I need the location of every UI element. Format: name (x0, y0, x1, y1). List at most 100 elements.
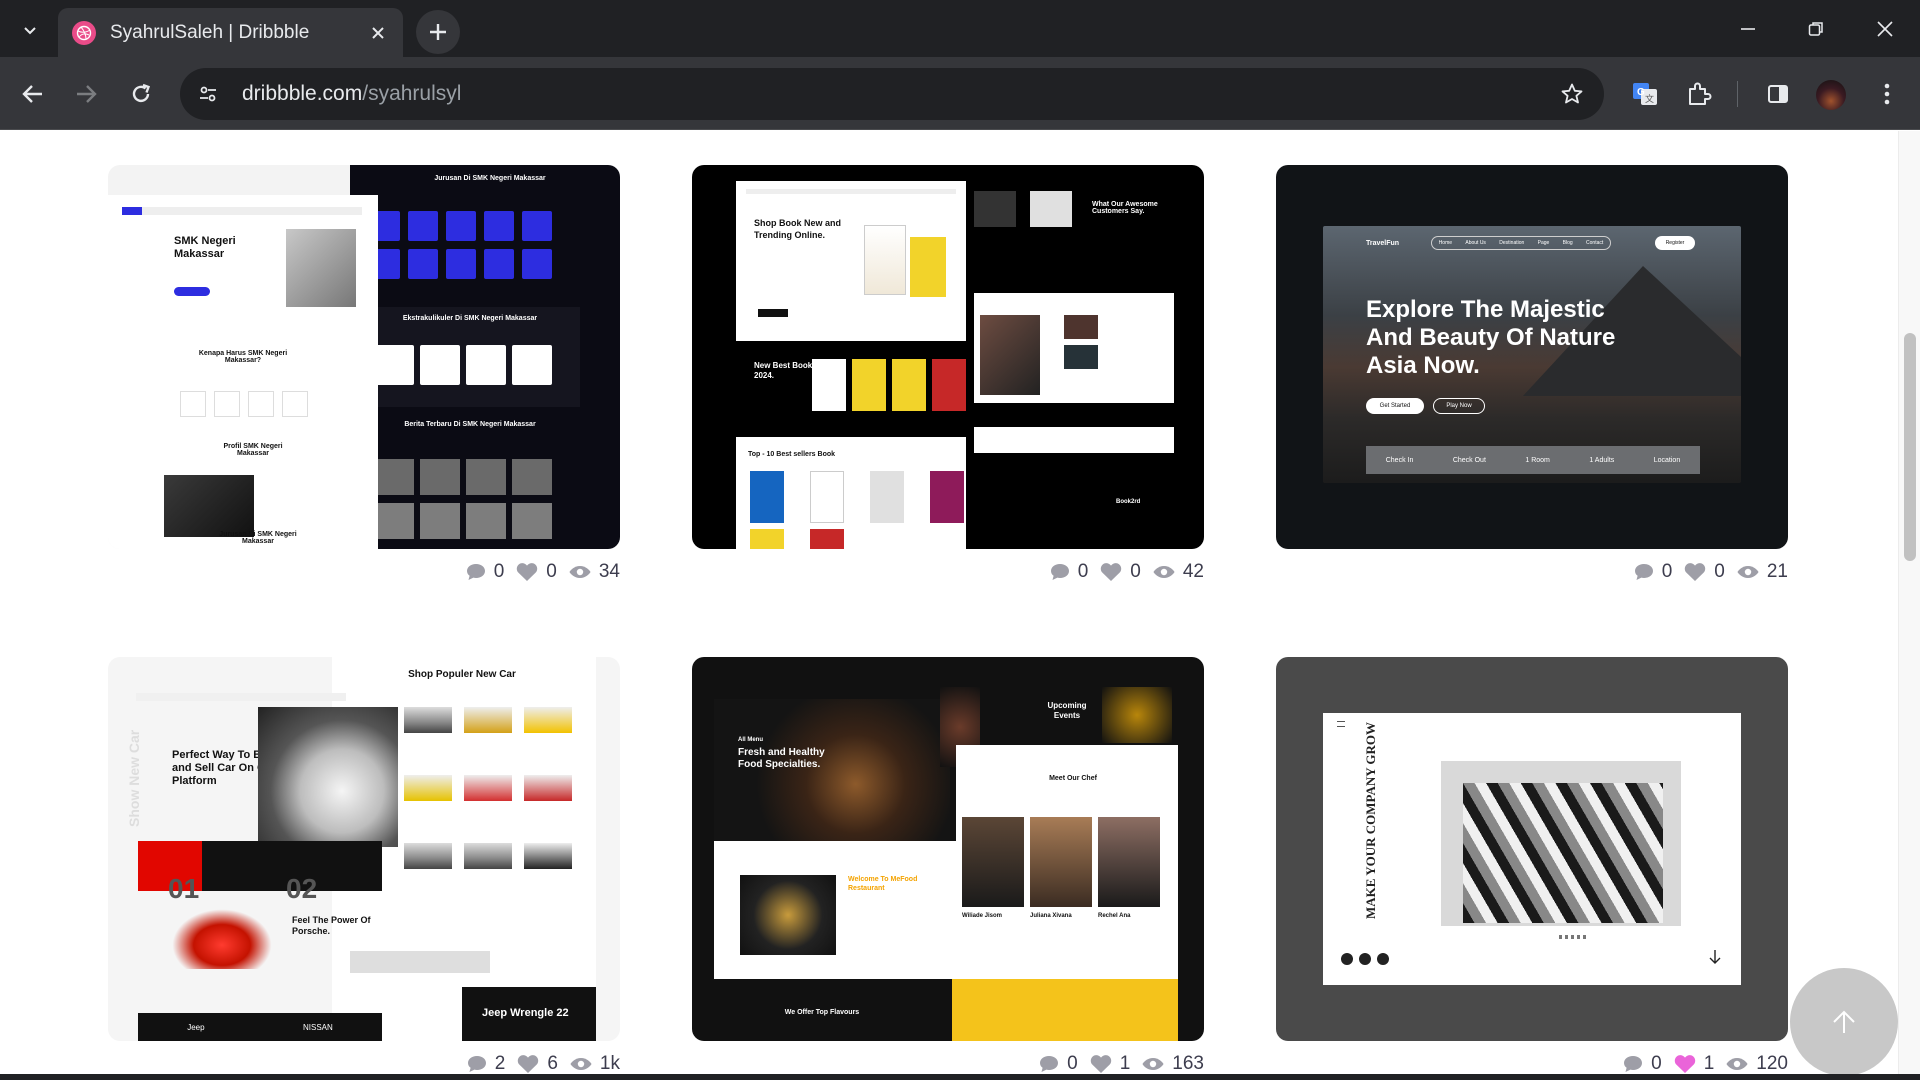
like-count[interactable]: 1 (1674, 1053, 1715, 1075)
like-count[interactable]: 6 (517, 1053, 558, 1075)
scroll-to-top-button[interactable] (1790, 968, 1898, 1076)
like-count-value: 1 (1119, 1053, 1131, 1074)
view-count-value: 21 (1766, 561, 1788, 582)
view-count: 34 (569, 561, 620, 583)
shot-thumbnail-cars[interactable]: Shop Populer New Car Show New Car Perfec… (108, 657, 620, 1041)
shot-thumbnail-smk[interactable]: Jurusan Di SMK Negeri Makassar Ekstrakul… (108, 165, 620, 549)
view-count: 120 (1726, 1053, 1788, 1075)
view-count-value: 34 (598, 561, 620, 582)
shot-thumbnail-food[interactable]: All Menu Fresh and Healthy Food Specialt… (692, 657, 1204, 1041)
scrollbar-thumb[interactable] (1904, 333, 1916, 561)
close-window-icon[interactable] (1860, 12, 1910, 46)
comment-count[interactable]: 0 (1623, 1053, 1662, 1075)
profile-avatar[interactable] (1816, 80, 1846, 110)
svg-text:G: G (1637, 87, 1645, 98)
comment-count[interactable]: 2 (467, 1053, 506, 1075)
back-arrow-icon[interactable] (14, 75, 52, 113)
shot-thumbnail-travel[interactable]: TravelFun Home About Us Destination Page… (1276, 165, 1788, 549)
cars-top-title: Shop Populer New Car (408, 669, 516, 680)
book-testimonial-title: What Our Awesome Customers Say. (1092, 201, 1158, 215)
cars-brand-nissan: NISSAN (302, 1022, 333, 1032)
food-chef-3: Rechel Ana (1098, 913, 1131, 919)
instagram-icon[interactable] (1359, 953, 1371, 965)
page-scrollbar[interactable] (1898, 131, 1920, 1080)
like-count[interactable]: 0 (1100, 561, 1141, 583)
smk-right-title-1: Jurusan Di SMK Negeri Makassar (434, 175, 546, 182)
heart-liked-icon (1674, 1055, 1695, 1073)
comment-count[interactable]: 0 (1634, 561, 1673, 583)
restore-icon[interactable] (1791, 12, 1841, 46)
travel-nav-destination: Destination (1499, 240, 1525, 246)
travel-room: 1 Room (1525, 456, 1550, 464)
bookmark-star-icon[interactable] (1558, 80, 1586, 108)
comment-count-value: 2 (494, 1053, 506, 1074)
kebab-menu-icon[interactable] (1870, 77, 1904, 111)
comment-count-value: 0 (1651, 1053, 1662, 1074)
like-count-value: 1 (1703, 1053, 1715, 1074)
facebook-icon[interactable] (1377, 953, 1389, 965)
shot-stats-smk: 0 0 34 (108, 559, 620, 585)
cars-jeep-title: Jeep Wrengle 22 (482, 1007, 569, 1019)
travel-adults: 1 Adults (1589, 456, 1615, 464)
shot-thumbnail-bookstore[interactable]: Shop Book New and Trending Online. What … (692, 165, 1204, 549)
site-info-tune-icon[interactable] (190, 76, 226, 112)
tab-close-icon[interactable] (367, 22, 389, 44)
cars-side-text: Show New Car (126, 729, 142, 827)
travel-headline: Explore The Majestic And Beauty Of Natur… (1366, 296, 1616, 379)
url-text: dribbble.com/syahrulsyl (242, 82, 461, 106)
eye-icon (1737, 566, 1759, 578)
view-count-value: 42 (1182, 561, 1204, 582)
heart-icon (518, 1055, 539, 1073)
arrow-up-icon (1833, 1010, 1855, 1033)
minimize-icon[interactable] (1723, 12, 1773, 46)
browser-toolbar: dribbble.com/syahrulsyl G文 (0, 57, 1920, 130)
architecture-cubes-image (1463, 783, 1663, 923)
comment-bubble-icon (467, 1056, 486, 1072)
eye-icon (1142, 1058, 1164, 1070)
comment-count-value: 0 (1661, 561, 1673, 582)
travel-location: Location (1653, 456, 1681, 464)
heart-icon (1090, 1055, 1111, 1073)
extensions-puzzle-icon[interactable] (1682, 77, 1716, 111)
like-count-value: 0 (1714, 561, 1725, 582)
comment-bubble-icon (1624, 1056, 1643, 1072)
comment-count[interactable]: 0 (466, 561, 504, 583)
like-count[interactable]: 1 (1090, 1053, 1131, 1075)
like-count-value: 0 (1130, 561, 1141, 582)
book-top10-title: Top - 10 Best sellers Book (748, 451, 836, 458)
shot-stats-travel: 0 0 21 (1276, 559, 1788, 585)
address-bar[interactable]: dribbble.com/syahrulsyl (180, 68, 1604, 120)
smk-light-panel: SMK Negeri Makassar Kenapa Harus SMK Neg… (108, 195, 378, 549)
svg-text:文: 文 (1645, 93, 1654, 104)
smk-dark-panel: Jurusan Di SMK Negeri Makassar Ekstrakul… (350, 165, 620, 549)
like-count[interactable]: 0 (516, 561, 557, 583)
google-translate-icon[interactable]: G文 (1628, 77, 1662, 111)
smk-section-2: Profil SMK Negeri Makassar (223, 443, 283, 457)
active-tab[interactable]: SyahrulSaleh | Dribbble (58, 8, 403, 57)
architecture-vertical-text: MAKE YOUR COMPANY GROW (1363, 721, 1378, 919)
food-hero-title: Fresh and Healthy Food Specialties. (738, 747, 825, 770)
twitter-icon[interactable] (1341, 953, 1353, 965)
tab-strip: SyahrulSaleh | Dribbble (0, 0, 1920, 57)
travel-play: Play Now (1433, 398, 1485, 414)
food-chef-1: Wiliade Jisom (962, 913, 1002, 919)
tab-search-chevron-icon[interactable] (14, 14, 46, 46)
view-count: 42 (1153, 561, 1204, 583)
eye-icon (570, 1058, 592, 1070)
book-hero-panel: Shop Book New and Trending Online. (736, 181, 966, 341)
comment-count-value: 0 (1077, 561, 1089, 582)
reload-icon[interactable] (122, 75, 160, 113)
comment-count[interactable]: 0 (1050, 561, 1089, 583)
shot-thumbnail-architecture[interactable]: MAKE YOUR COMPANY GROW (1276, 657, 1788, 1041)
comment-bubble-icon (1040, 1056, 1059, 1072)
like-count-value: 6 (547, 1053, 558, 1074)
comment-count[interactable]: 0 (1039, 1053, 1078, 1075)
new-tab-plus-icon[interactable] (416, 10, 460, 54)
book-brand: Book2rd (1116, 499, 1141, 505)
comment-bubble-icon (466, 564, 485, 580)
like-count[interactable]: 0 (1684, 561, 1725, 583)
travel-nav-blog: Blog (1562, 240, 1573, 246)
eye-icon (1726, 1058, 1748, 1070)
forward-arrow-icon[interactable] (67, 75, 105, 113)
side-panel-icon[interactable] (1761, 77, 1795, 111)
